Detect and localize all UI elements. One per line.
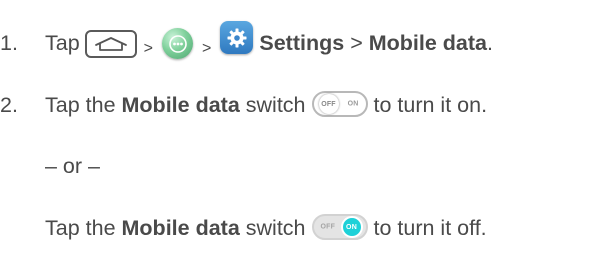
apps-icon [162,28,194,59]
home-key-icon [84,29,137,58]
settings-gear-icon [220,21,254,54]
separator: > [143,39,154,57]
separator: > [202,39,212,57]
period: . [487,30,493,55]
toggle-off-label: OFF [318,94,339,114]
switch-word: switch [245,216,306,241]
tap-the-text: Tap the [45,216,116,241]
step-number: 2. [0,93,18,118]
or-text: – or – [45,154,100,178]
tap-the-text: Tap the [45,93,116,118]
step-number: 1. [0,30,18,55]
tap-text: Tap [45,30,80,55]
mobile-data-label: Mobile data [121,216,240,241]
step-2-alternate: Tap the Mobile data switch OFF ON to tur… [45,214,487,242]
mobile-data-label: Mobile data [368,30,488,55]
settings-label: Settings [259,30,345,55]
toggle-on-label: ON [340,216,363,238]
toggle-on-icon: OFF ON [311,214,368,240]
toggle-off-icon: OFF ON [311,91,368,117]
instruction-tail: to turn it off. [373,216,487,241]
toggle-off-label: OFF [320,223,336,231]
toggle-on-label: ON [347,100,359,108]
instruction-tail: to turn it on. [373,93,488,118]
step-2: 2. Tap the Mobile data switch OFF ON to … [0,91,488,119]
mobile-data-label: Mobile data [121,93,240,118]
step-1: 1. Tap > > Settings > Mobile data . [0,21,493,60]
or-separator: – or – [45,154,100,178]
switch-word: switch [245,93,306,118]
separator: > [350,30,363,55]
